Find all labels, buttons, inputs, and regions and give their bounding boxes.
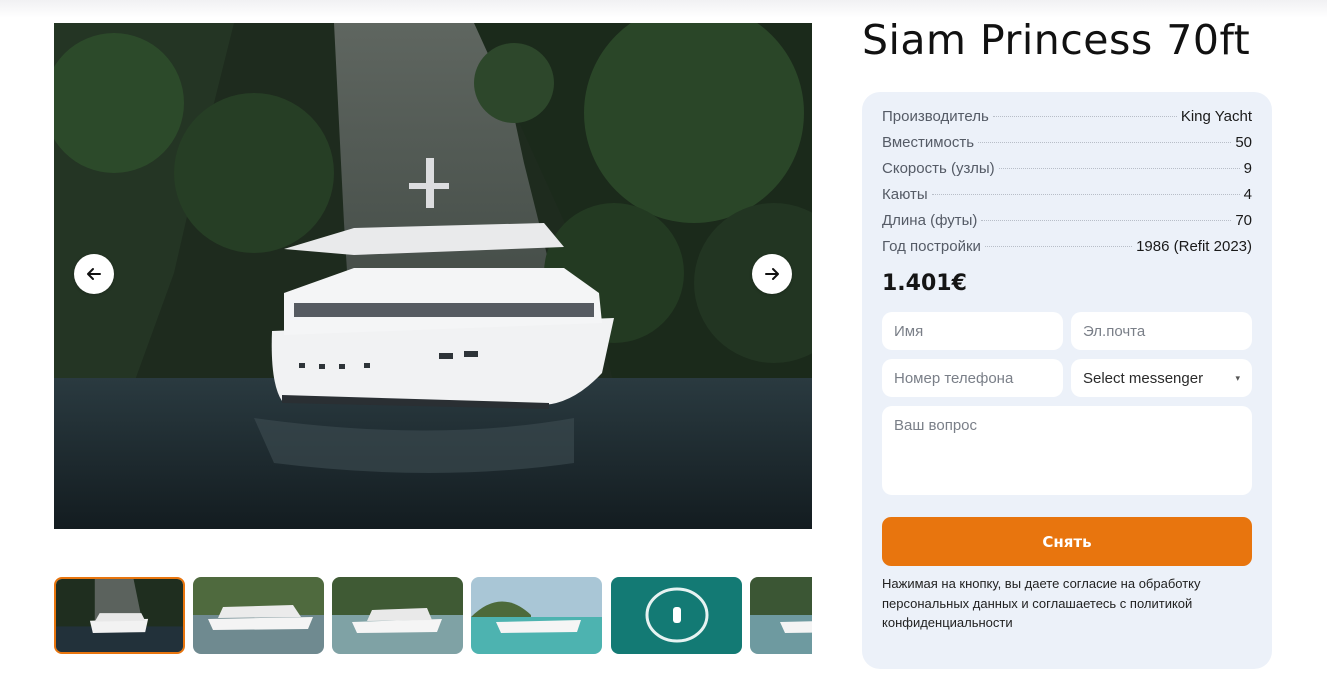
thumbnail-1[interactable] — [54, 577, 185, 654]
price: 1.401€ — [882, 271, 967, 296]
spec-value: 1986 (Refit 2023) — [1136, 238, 1252, 255]
spec-row-cabins: Каюты 4 — [882, 186, 1252, 212]
spec-value: 9 — [1243, 160, 1252, 177]
submit-button[interactable]: Снять — [882, 517, 1252, 566]
spec-dots — [981, 220, 1232, 221]
spec-value: 50 — [1235, 134, 1252, 151]
spec-row-capacity: Вместимость 50 — [882, 134, 1252, 160]
spec-value: 70 — [1235, 212, 1252, 229]
thumbnail-3[interactable] — [332, 577, 463, 654]
specs-list: Производитель King Yacht Вместимость 50 … — [882, 108, 1252, 264]
chevron-down-icon: ▾ — [1235, 372, 1240, 383]
gallery-thumbnails — [54, 577, 812, 655]
spec-label: Год постройки — [882, 238, 981, 255]
spec-dots — [992, 116, 1177, 117]
main-yacht-photo — [54, 23, 812, 529]
name-input[interactable] — [882, 312, 1063, 350]
spec-dots — [984, 246, 1133, 247]
spec-row-length: Длина (футы) 70 — [882, 212, 1252, 238]
spec-label: Каюты — [882, 186, 928, 203]
spec-label: Длина (футы) — [882, 212, 978, 229]
booking-card: Производитель King Yacht Вместимость 50 … — [862, 92, 1272, 669]
thumbnail-6[interactable] — [750, 577, 812, 654]
phone-input[interactable] — [882, 359, 1063, 397]
messenger-select-value: Select messenger — [1083, 369, 1204, 387]
arrow-left-icon — [87, 268, 101, 280]
spec-value: 4 — [1243, 186, 1252, 203]
spec-dots — [998, 168, 1240, 169]
email-input[interactable] — [1071, 312, 1252, 350]
spec-label: Вместимость — [882, 134, 975, 151]
gallery-prev-button[interactable] — [74, 254, 114, 294]
spec-dots — [978, 142, 1232, 143]
consent-text: Нажимая на кнопку, вы даете согласие на … — [882, 576, 1201, 630]
question-textarea[interactable] — [882, 406, 1252, 495]
spec-row-year: Год постройки 1986 (Refit 2023) — [882, 238, 1252, 264]
spec-dots — [931, 194, 1240, 195]
spec-value: King Yacht — [1180, 108, 1252, 125]
yacht-title: Siam Princess 70ft — [862, 16, 1251, 64]
thumbnail-2[interactable] — [193, 577, 324, 654]
arrow-right-icon — [765, 268, 779, 280]
gallery-next-button[interactable] — [752, 254, 792, 294]
spec-label: Производитель — [882, 108, 989, 125]
spec-row-manufacturer: Производитель King Yacht — [882, 108, 1252, 134]
thumbnail-5[interactable] — [611, 577, 742, 654]
thumbnail-4[interactable] — [471, 577, 602, 654]
spec-row-speed: Скорость (узлы) 9 — [882, 160, 1252, 186]
spec-label: Скорость (узлы) — [882, 160, 995, 177]
messenger-select[interactable]: Select messenger ▾ — [1071, 359, 1252, 397]
